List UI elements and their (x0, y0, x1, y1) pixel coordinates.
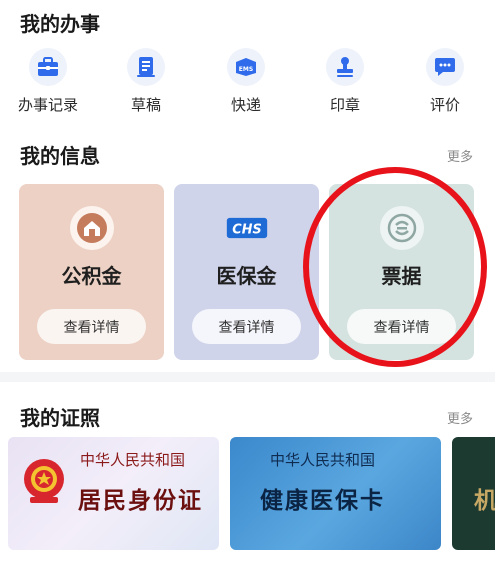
house-fund-icon (69, 206, 114, 250)
chs-logo-text: CHS (232, 223, 261, 238)
medical-fund-detail-button[interactable]: 查看详情 (192, 309, 301, 344)
ems-icon: EMS (227, 48, 265, 86)
top-panel: 我的办事 办事记录 草稿 EMS 快递 印章 评价 我的信息 更多 公积金 查看… (0, 0, 495, 372)
service-record-label: 办事记录 (17, 96, 78, 114)
invoice-name: 票据 (381, 264, 422, 288)
bottom-strip (0, 568, 495, 578)
partial-cert[interactable]: 机 (452, 437, 495, 550)
info-title: 我的信息 (20, 144, 100, 168)
partial-cert-text: 机 (474, 487, 495, 514)
health-card-cert[interactable]: 中华人民共和国 健康医保卡 (230, 437, 441, 550)
stamp-icon (326, 48, 364, 86)
medical-fund-name: 医保金 (216, 264, 277, 288)
info-more-link[interactable]: 更多 (447, 146, 473, 165)
ems-text: EMS (239, 66, 253, 73)
medical-fund-card[interactable]: CHS 医保金 查看详情 (174, 184, 319, 360)
chs-logo-icon: CHS (225, 206, 269, 250)
review-label: 评价 (429, 96, 460, 114)
service-record-button[interactable]: 办事记录 (8, 48, 88, 115)
national-emblem-icon (22, 457, 66, 509)
certs-more-link[interactable]: 更多 (447, 408, 473, 427)
invoice-card[interactable]: 票据 查看详情 (329, 184, 474, 360)
health-card-header: 中华人民共和国 (270, 451, 376, 469)
express-button[interactable]: EMS 快递 (206, 48, 286, 115)
housing-fund-detail-button[interactable]: 查看详情 (37, 309, 146, 344)
seal-button[interactable]: 印章 (305, 48, 385, 115)
briefcase-icon (29, 48, 67, 86)
express-label: 快递 (230, 96, 261, 114)
draft-button[interactable]: 草稿 (106, 48, 186, 115)
id-card-cert[interactable]: 中华人民共和国 居民身份证 (8, 437, 219, 550)
health-card-name: 健康医保卡 (260, 487, 385, 514)
certs-title: 我的证照 (20, 406, 100, 430)
invoice-detail-button[interactable]: 查看详情 (347, 309, 456, 344)
housing-fund-name: 公积金 (61, 264, 122, 288)
invoice-logo-icon (379, 206, 424, 250)
affairs-title: 我的办事 (20, 12, 100, 36)
draft-icon (127, 48, 165, 86)
housing-fund-card[interactable]: 公积金 查看详情 (19, 184, 164, 360)
chat-bubble-icon (426, 48, 464, 86)
seal-label: 印章 (329, 96, 360, 114)
review-button[interactable]: 评价 (405, 48, 485, 115)
id-card-header: 中华人民共和国 (80, 451, 186, 469)
id-card-name: 居民身份证 (78, 487, 203, 514)
draft-label: 草稿 (130, 96, 161, 114)
